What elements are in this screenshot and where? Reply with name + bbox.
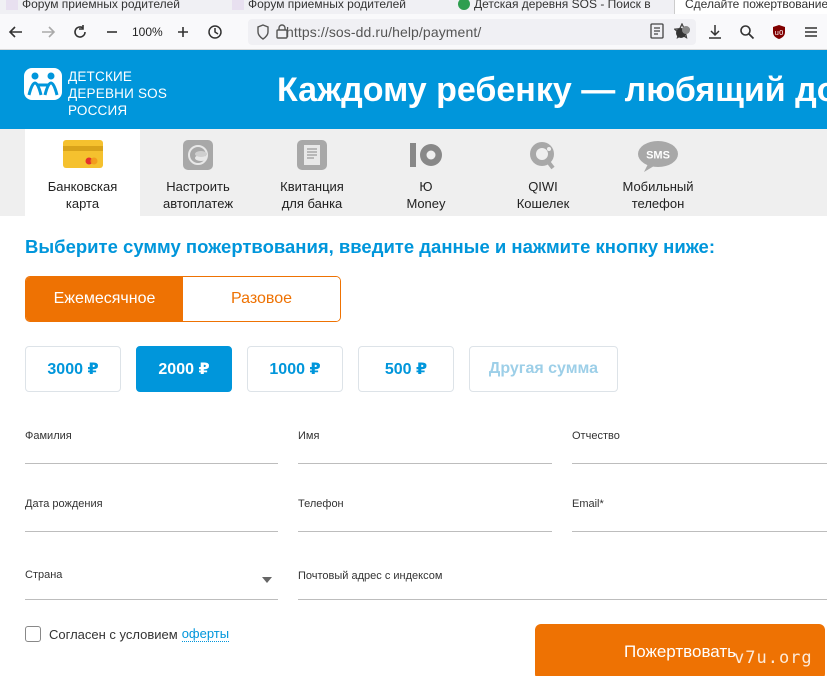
- receipt-icon: [296, 139, 328, 175]
- tab-bank-receipt[interactable]: Квитанция для банка: [256, 129, 368, 216]
- qiwi-icon: [526, 139, 560, 177]
- browser-toolbar: 100% https://sos-dd.ru/help/payment/ u0: [0, 14, 827, 50]
- svg-text:u0: u0: [775, 29, 784, 37]
- watermark-text: v7u.org: [734, 648, 813, 668]
- agreement-checkbox[interactable]: [25, 626, 41, 642]
- tab-label: Ю: [419, 179, 433, 194]
- forum-favicon-icon: [6, 0, 18, 10]
- sos-logo-icon: [24, 68, 62, 100]
- tab-qiwi[interactable]: QIWI Кошелек: [484, 129, 602, 216]
- browser-tab[interactable]: Детская деревня SOS - Поиск в: [452, 0, 657, 14]
- browser-tab-title: Сделайте пожертвование: [685, 0, 827, 11]
- payment-method-tabs: Банковская карта Настроить автоплатеж Квит…: [0, 129, 827, 216]
- logo-text: ДЕТСКИЕ ДЕРЕВНИ SOS РОССИЯ: [68, 68, 167, 119]
- logo-line: РОССИЯ: [68, 103, 128, 118]
- download-icon[interactable]: [699, 16, 731, 48]
- amount-3000-button[interactable]: 3000 ₽: [25, 346, 121, 392]
- browser-tab-title: Форум приемных родителей: [22, 0, 180, 11]
- tab-label: автоплатеж: [162, 196, 234, 211]
- slogan: Каждому ребенку — любящий дом: [277, 71, 827, 109]
- form-headline: Выберите сумму пожертвования, введите да…: [25, 236, 716, 257]
- browser-tab[interactable]: Форум приемных родителей: [226, 0, 412, 14]
- site-header: ДЕТСКИЕ ДЕРЕВНИ SOS РОССИЯ Каждому ребен…: [0, 50, 827, 129]
- amount-1000-button[interactable]: 1000 ₽: [247, 346, 343, 392]
- reader-view-icon[interactable]: [650, 23, 664, 39]
- tab-label: Мобильный: [622, 179, 694, 194]
- forum-favicon-icon: [232, 0, 244, 10]
- tab-label: QIWI: [528, 179, 558, 194]
- tab-label: Кошелек: [516, 196, 570, 211]
- browser-tab[interactable]: Форум приемных родителей: [0, 0, 186, 14]
- country-select[interactable]: Страна: [25, 566, 278, 600]
- birth-date-label: Дата рождения: [25, 498, 103, 510]
- logo-line: ДЕРЕВНИ SOS: [68, 86, 168, 101]
- logo[interactable]: ДЕТСКИЕ ДЕРЕВНИ SOS РОССИЯ: [24, 68, 167, 119]
- offer-link[interactable]: оферты: [181, 626, 230, 642]
- sms-icon: SMS: [636, 139, 680, 177]
- back-icon[interactable]: [0, 16, 32, 48]
- lock-icon[interactable]: [276, 24, 288, 39]
- browser-tab-active[interactable]: Сделайте пожертвование: [674, 0, 827, 14]
- url-text[interactable]: https://sos-dd.ru/help/payment/: [286, 24, 481, 40]
- tab-label: Банковская: [47, 179, 118, 194]
- patronymic-field[interactable]: Отчество: [572, 430, 827, 464]
- tab-label: Квитанция: [280, 179, 344, 194]
- chevron-down-icon[interactable]: [262, 577, 272, 583]
- phone-field[interactable]: Телефон: [298, 498, 552, 532]
- autopay-icon: [182, 139, 214, 175]
- address-bar[interactable]: https://sos-dd.ru/help/payment/: [248, 19, 696, 45]
- tab-yumoney[interactable]: Ю Money: [370, 129, 482, 216]
- tab-bank-card[interactable]: Банковская карта: [25, 129, 140, 216]
- yumoney-icon: [407, 139, 445, 175]
- tab-mobile-phone[interactable]: SMS Мобильный телефон: [604, 129, 712, 216]
- tab-label: карта: [65, 196, 100, 211]
- email-field[interactable]: Email*: [572, 498, 827, 532]
- zoom-in-icon[interactable]: [167, 16, 199, 48]
- tab-autopay[interactable]: Настроить автоплатеж: [142, 129, 254, 216]
- frequency-toggle: Ежемесячное Разовое: [25, 276, 341, 322]
- amount-2000-button[interactable]: 2000 ₽: [136, 346, 232, 392]
- postal-address-label: Почтовый адрес с индексом: [298, 570, 443, 582]
- phone-label: Телефон: [298, 498, 344, 510]
- postal-address-field[interactable]: Почтовый адрес с индексом: [298, 566, 827, 600]
- last-name-field[interactable]: Фамилия: [25, 430, 278, 464]
- one-time-option[interactable]: Разовое: [183, 277, 340, 321]
- logo-line: ДЕТСКИЕ: [68, 69, 133, 84]
- agreement-row: Согласен с условием оферты: [25, 626, 230, 642]
- patronymic-label: Отчество: [572, 430, 620, 442]
- ublock-icon[interactable]: u0: [763, 16, 795, 48]
- first-name-field[interactable]: Имя: [298, 430, 552, 464]
- browser-tab-title: Детская деревня SOS - Поиск в: [474, 0, 651, 11]
- bank-card-icon: [62, 139, 104, 173]
- zoom-out-icon[interactable]: [96, 16, 128, 48]
- search-favicon-icon: [458, 0, 470, 10]
- menu-icon[interactable]: [795, 16, 827, 48]
- tab-label: телефон: [631, 196, 685, 211]
- tab-label: для банка: [281, 196, 343, 211]
- browser-tab-strip: Форум приемных родителей Форум приемных …: [0, 0, 827, 14]
- forward-icon[interactable]: [32, 16, 64, 48]
- tab-label: Money: [406, 196, 446, 211]
- amount-other-button[interactable]: Другая сумма: [469, 346, 618, 392]
- email-label: Email*: [572, 498, 604, 510]
- agreement-text: Согласен с условием: [49, 626, 178, 642]
- reload-icon[interactable]: [64, 16, 96, 48]
- tab-label: Настроить: [166, 179, 230, 194]
- extension-icon[interactable]: [667, 16, 699, 48]
- history-clock-icon[interactable]: [199, 16, 231, 48]
- shield-icon[interactable]: [256, 24, 270, 40]
- birth-date-field[interactable]: Дата рождения: [25, 498, 278, 532]
- zoom-level[interactable]: 100%: [128, 25, 167, 39]
- browser-tab-title: Форум приемных родителей: [248, 0, 406, 11]
- first-name-label: Имя: [298, 430, 320, 442]
- amount-500-button[interactable]: 500 ₽: [358, 346, 454, 392]
- search-icon[interactable]: [731, 16, 763, 48]
- svg-text:SMS: SMS: [646, 150, 670, 162]
- country-label: Страна: [25, 569, 63, 581]
- monthly-option[interactable]: Ежемесячное: [26, 277, 183, 321]
- last-name-label: Фамилия: [25, 430, 72, 442]
